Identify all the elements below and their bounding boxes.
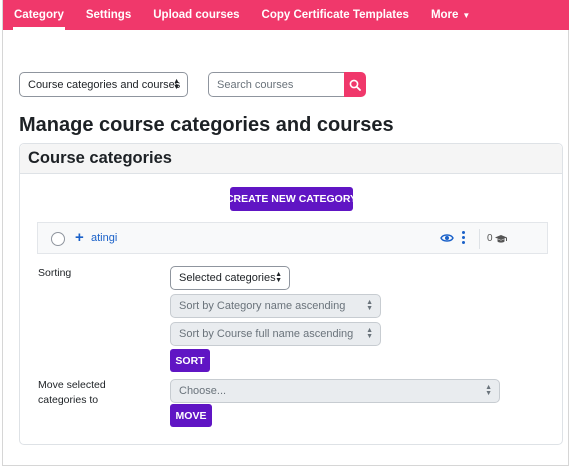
course-sort-value: Sort by Course full name ascending	[179, 328, 354, 340]
select-arrows-icon: ▲ ▼	[275, 271, 282, 284]
view-mode-select[interactable]: Course categories and courses ▲ ▼	[19, 72, 188, 97]
course-sort-select[interactable]: Sort by Course full name ascending ▲ ▼	[170, 322, 381, 346]
category-name-link[interactable]: atingi	[91, 232, 117, 244]
category-list-item: + atingi 0	[37, 222, 548, 254]
course-count: 0	[487, 233, 508, 244]
category-select-checkbox[interactable]	[51, 232, 65, 246]
view-mode-select-value: Course categories and courses	[28, 78, 181, 91]
chevron-down-icon: ▼	[462, 10, 471, 20]
nav-tab-upload-courses[interactable]: Upload courses	[142, 0, 250, 30]
nav-tab-copy-certificate-templates[interactable]: Copy Certificate Templates	[251, 0, 420, 30]
search-input[interactable]: Search courses	[208, 72, 345, 97]
search-icon	[349, 79, 361, 91]
move-button[interactable]: MOVE	[170, 404, 212, 427]
create-new-category-button[interactable]: CREATE NEW CATEGORY	[226, 187, 357, 211]
select-arrows-icon: ▲ ▼	[366, 299, 373, 312]
expand-plus-icon[interactable]: +	[75, 229, 84, 246]
move-destination-select[interactable]: Choose... ▲ ▼	[170, 379, 500, 403]
sort-button[interactable]: SORT	[170, 349, 210, 372]
card-title: Course categories	[20, 144, 562, 174]
nav-tab-settings[interactable]: Settings	[75, 0, 142, 30]
category-sort-value: Sort by Category name ascending	[179, 300, 346, 312]
sorting-label: Sorting	[38, 267, 72, 279]
nav-tab-more[interactable]: More ▼	[420, 0, 481, 30]
nav-tab-category[interactable]: Category	[3, 0, 75, 30]
select-arrows-icon: ▲ ▼	[485, 384, 492, 397]
eye-icon[interactable]	[440, 232, 454, 244]
sort-scope-value: Selected categories	[179, 272, 276, 284]
sort-scope-select[interactable]: Selected categories ▲ ▼	[170, 266, 290, 290]
select-arrows-icon: ▲ ▼	[173, 77, 180, 91]
secondary-navigation: Category Settings Upload courses Copy Ce…	[3, 0, 569, 30]
move-label: Move selected categories to	[38, 379, 106, 406]
category-sort-select[interactable]: Sort by Category name ascending ▲ ▼	[170, 294, 381, 318]
kebab-menu-icon[interactable]	[461, 231, 465, 244]
move-destination-value: Choose...	[179, 385, 227, 397]
search-button[interactable]	[344, 72, 366, 97]
course-count-value: 0	[487, 233, 493, 244]
row-divider	[479, 229, 480, 249]
page-title: Manage course categories and courses	[19, 114, 394, 136]
select-arrows-icon: ▲ ▼	[366, 327, 373, 340]
search-placeholder: Search courses	[217, 78, 294, 91]
graduation-cap-icon	[494, 234, 507, 243]
